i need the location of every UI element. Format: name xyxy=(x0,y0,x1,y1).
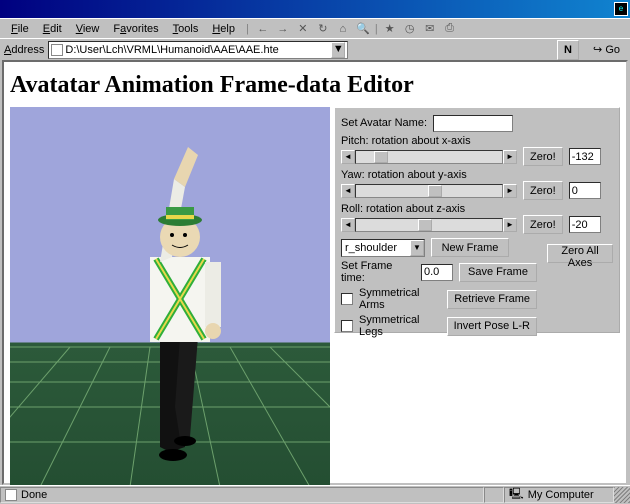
menu-view[interactable]: View xyxy=(69,21,107,37)
nav-home-button[interactable]: ⌂ xyxy=(333,20,353,38)
avatar-name-input[interactable] xyxy=(433,115,513,132)
avatar-3d-viewport[interactable] xyxy=(10,107,330,487)
pitch-slider[interactable]: ◄ ► xyxy=(341,150,517,164)
page-title: Avatatar Animation Frame-data Editor xyxy=(10,72,620,99)
frame-time-label: Set Frame time: xyxy=(341,260,415,284)
address-bar: Address ▼ N ↪ Go xyxy=(0,38,630,60)
menu-tools[interactable]: Tools xyxy=(166,21,206,37)
nav-stop-button[interactable]: ✕ xyxy=(293,20,313,38)
nav-print-button[interactable]: ⎙ xyxy=(440,20,460,38)
menu-help[interactable]: Help xyxy=(205,21,242,37)
address-dropdown[interactable]: ▼ xyxy=(331,42,345,58)
nav-back-button[interactable]: ← xyxy=(253,20,273,38)
joint-select[interactable]: r_shoulder ▼ xyxy=(341,239,425,257)
status-bar: Done 🖳 My Computer xyxy=(0,485,630,503)
retrieve-frame-button[interactable]: Retrieve Frame xyxy=(447,290,537,309)
menu-edit[interactable]: Edit xyxy=(36,21,69,37)
status-zone: 🖳 My Computer xyxy=(504,487,614,503)
pitch-label: Pitch: rotation about x-axis xyxy=(341,135,613,147)
yaw-inc[interactable]: ► xyxy=(503,184,517,198)
status-empty1 xyxy=(484,487,504,503)
go-button[interactable]: ↪ Go xyxy=(587,41,626,58)
norton-button[interactable]: N xyxy=(557,40,579,60)
controls-panel: Set Avatar Name: Pitch: rotation about x… xyxy=(334,107,620,333)
nav-fwd-button[interactable]: → xyxy=(273,20,293,38)
nav-history-button[interactable]: ◷ xyxy=(400,20,420,38)
yaw-zero-button[interactable]: Zero! xyxy=(523,181,563,200)
nav-search-button[interactable]: 🔍 xyxy=(353,20,373,38)
yaw-label: Yaw: rotation about y-axis xyxy=(341,169,613,181)
menu-file[interactable]: File xyxy=(4,21,36,37)
address-input[interactable] xyxy=(65,43,331,57)
yaw-dec[interactable]: ◄ xyxy=(341,184,355,198)
ie-logo-icon: e xyxy=(614,2,628,16)
roll-slider[interactable]: ◄ ► xyxy=(341,218,517,232)
sym-legs-checkbox[interactable] xyxy=(341,320,353,332)
nav-favorites-button[interactable]: ★ xyxy=(380,20,400,38)
joint-dropdown-arrow[interactable]: ▼ xyxy=(410,240,424,256)
pitch-inc[interactable]: ► xyxy=(503,150,517,164)
new-frame-button[interactable]: New Frame xyxy=(431,238,509,257)
zero-all-axes-button[interactable]: Zero All Axes xyxy=(547,244,613,263)
yaw-value-input[interactable] xyxy=(569,182,601,199)
pitch-zero-button[interactable]: Zero! xyxy=(523,147,563,166)
computer-icon: 🖳 xyxy=(509,485,524,504)
avatar-name-label: Set Avatar Name: xyxy=(341,117,427,129)
address-label: Address xyxy=(4,44,44,56)
roll-zero-button[interactable]: Zero! xyxy=(523,215,563,234)
address-input-wrap[interactable]: ▼ xyxy=(48,41,348,59)
yaw-slider[interactable]: ◄ ► xyxy=(341,184,517,198)
sym-legs-label: Symmetrical Legs xyxy=(359,314,441,338)
joint-selected-value: r_shoulder xyxy=(342,242,410,254)
invert-pose-button[interactable]: Invert Pose L-R xyxy=(447,317,537,336)
nav-refresh-button[interactable]: ↻ xyxy=(313,20,333,38)
nav-mail-button[interactable]: ✉ xyxy=(420,20,440,38)
pitch-dec[interactable]: ◄ xyxy=(341,150,355,164)
resize-grip[interactable] xyxy=(614,487,630,503)
status-done: Done xyxy=(0,487,484,503)
window-titlebar: e xyxy=(0,0,630,18)
menu-bar: File Edit View Favorites Tools Help | ← … xyxy=(0,18,630,38)
pitch-value-input[interactable] xyxy=(569,148,601,165)
sym-arms-label: Symmetrical Arms xyxy=(359,287,441,311)
roll-inc[interactable]: ► xyxy=(503,218,517,232)
roll-dec[interactable]: ◄ xyxy=(341,218,355,232)
sym-arms-checkbox[interactable] xyxy=(341,293,353,305)
menu-favorites[interactable]: Favorites xyxy=(106,21,165,37)
page-icon xyxy=(51,44,63,56)
roll-label: Roll: rotation about z-axis xyxy=(341,203,613,215)
page-icon xyxy=(5,489,17,501)
page-content: Avatatar Animation Frame-data Editor xyxy=(2,60,628,485)
frame-time-input[interactable] xyxy=(421,264,453,281)
roll-value-input[interactable] xyxy=(569,216,601,233)
save-frame-button[interactable]: Save Frame xyxy=(459,263,537,282)
